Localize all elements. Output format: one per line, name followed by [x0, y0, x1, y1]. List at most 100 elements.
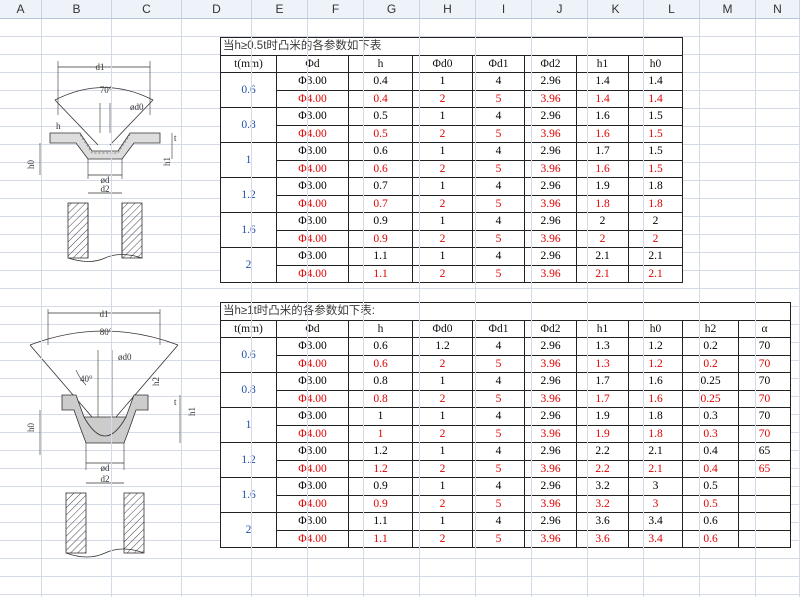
- table-row: 2 Φ3.00 1.1 1 4 2.96 2.1 2.1: [220, 247, 683, 283]
- column-heading: Φd2: [524, 319, 577, 338]
- column-heading: Φd0: [412, 54, 473, 73]
- table-cell: 5: [472, 124, 525, 143]
- column-header[interactable]: F: [308, 0, 364, 18]
- column-header[interactable]: H: [420, 0, 476, 18]
- table-cell: 1: [412, 247, 473, 266]
- table-cell: 2: [412, 194, 473, 213]
- table-cell: 1.1: [348, 247, 413, 266]
- table-cell: Φ3.00: [276, 512, 349, 531]
- table-cell: 0.4: [682, 442, 739, 461]
- table-cell: 3.96: [524, 494, 577, 513]
- table-cell: 5: [472, 89, 525, 108]
- column-heading: α: [738, 319, 791, 338]
- table-row: Φ4.00 0.6 2 5 3.96 1.3 1.2 0.2 70: [221, 354, 791, 373]
- column-header[interactable]: L: [644, 0, 700, 18]
- table-cell: 2.96: [524, 177, 577, 196]
- table-cell: Φ4.00: [276, 89, 349, 108]
- table-cell: 0.3: [682, 407, 739, 426]
- gridline: [181, 19, 182, 597]
- table-cell: 1.6: [576, 107, 629, 126]
- table-cell: 1: [348, 407, 413, 426]
- table-cell: 3.2: [576, 494, 629, 513]
- thickness-cell: 2: [220, 512, 277, 548]
- table-cell: 65: [738, 442, 791, 461]
- column-header[interactable]: N: [756, 0, 800, 18]
- column-header[interactable]: G: [364, 0, 420, 18]
- thickness-cell: 1.2: [220, 177, 277, 213]
- emboss-drawing-1: d1 70° ød0 h t h1 h0 ød d2: [26, 61, 177, 262]
- table-cell: 2.96: [524, 337, 577, 356]
- table-cell: 70: [738, 389, 791, 408]
- column-header[interactable]: M: [700, 0, 756, 18]
- table-cell: 4: [472, 107, 525, 126]
- table-cell: 1.2: [628, 337, 683, 356]
- table-cell: 4: [472, 247, 525, 266]
- table-cell: 2.96: [524, 512, 577, 531]
- table-cell: 70: [738, 337, 791, 356]
- table-cell: Φ3.00: [276, 142, 349, 161]
- column-heading: Φd1: [472, 54, 525, 73]
- table-cell: 2.1: [628, 459, 683, 478]
- table-cell: 2.1: [576, 247, 629, 266]
- table-cell: [738, 529, 791, 548]
- table-cell: 0.5: [348, 107, 413, 126]
- table-cell: 1.4: [576, 72, 629, 91]
- table-cell: 1.5: [628, 159, 683, 178]
- drawing2-d0-label: ød0: [118, 352, 132, 362]
- table-cell: 4: [472, 142, 525, 161]
- table-cell: Φ4.00: [276, 354, 349, 373]
- column-heading: Φd: [276, 319, 349, 338]
- table-row: Φ4.00 1.1 2 5 3.96 2.1 2.1: [221, 264, 683, 283]
- table-cell: 1: [412, 442, 473, 461]
- table-cell: 0.4: [348, 72, 413, 91]
- table-cell: 2.96: [524, 407, 577, 426]
- column-header[interactable]: J: [532, 0, 588, 18]
- column-header[interactable]: D: [182, 0, 252, 18]
- table-cell: 0.5: [682, 477, 739, 496]
- table-cell: 1.6: [576, 159, 629, 178]
- table-row: 1.6 Φ3.00 0.9 1 4 2.96 2 2: [220, 212, 683, 248]
- gridline: [363, 19, 364, 597]
- column-header[interactable]: I: [476, 0, 532, 18]
- table-cell: 5: [472, 389, 525, 408]
- table-cell: 2.96: [524, 477, 577, 496]
- table-row: 1.6 Φ3.00 0.9 1 4 2.96 3.2 3 0.5: [220, 477, 791, 513]
- table-cell: 0.4: [348, 89, 413, 108]
- table-cell: 3.6: [576, 512, 629, 531]
- column-header[interactable]: B: [42, 0, 112, 18]
- table-row: 1 Φ3.00 0.6 1 4 2.96 1.7 1.5: [220, 142, 683, 178]
- table-cell: 65: [738, 459, 791, 478]
- table-row: 2 Φ3.00 1.1 1 4 2.96 3.6 3.4 0.6: [220, 512, 791, 548]
- table-row: Φ4.00 1.2 2 5 3.96 2.2 2.1 0.4 65: [221, 459, 791, 478]
- table-cell: 0.9: [348, 212, 413, 231]
- table-cell: 0.5: [682, 494, 739, 513]
- drawing2-d1-label: d1: [100, 309, 109, 319]
- table-cell: 3: [628, 494, 683, 513]
- column-heading: t(mm): [220, 54, 277, 73]
- table-cell: 3.96: [524, 264, 577, 283]
- table-cell: 1.1: [348, 529, 413, 548]
- table-cell: 1.6: [628, 389, 683, 408]
- drawing2-d-label: ød: [101, 463, 111, 473]
- table-cell: 1: [412, 107, 473, 126]
- column-header[interactable]: C: [112, 0, 182, 18]
- table-cell: 2.96: [524, 247, 577, 266]
- column-header[interactable]: A: [0, 0, 42, 18]
- table-cell: 1.1: [348, 512, 413, 531]
- table-cell: 0.7: [348, 194, 413, 213]
- column-header[interactable]: K: [588, 0, 644, 18]
- thickness-cell: 0.6: [220, 72, 277, 108]
- table-cell: 2.1: [628, 264, 683, 283]
- column-header[interactable]: E: [252, 0, 308, 18]
- table-cell: 2.1: [628, 442, 683, 461]
- drawing1-d1-label: d1: [96, 62, 105, 72]
- table-row: 0.6 Φ3.00 0.4 1 4 2.96 1.4 1.4: [220, 72, 683, 108]
- table-cell: Φ4.00: [276, 194, 349, 213]
- table-cell: 1: [412, 142, 473, 161]
- drawing2-t-label: t: [174, 397, 177, 407]
- table-cell: 1.4: [628, 89, 683, 108]
- table-cell: Φ4.00: [276, 424, 349, 443]
- table-cell: 0.4: [682, 459, 739, 478]
- table-cell: Φ4.00: [276, 459, 349, 478]
- table-cell: 4: [472, 372, 525, 391]
